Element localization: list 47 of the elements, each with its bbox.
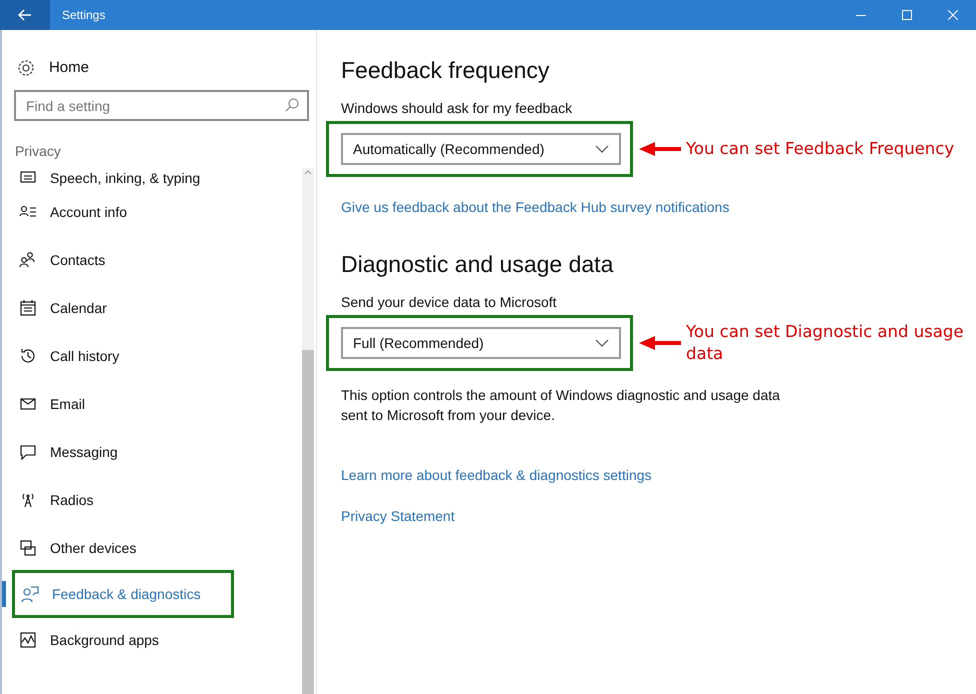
scrollbar[interactable] — [302, 168, 314, 694]
back-button[interactable] — [0, 0, 50, 30]
link[interactable]: Learn more about feedback & diagnostics settings — [341, 465, 652, 486]
devices-icon — [18, 539, 37, 557]
close-icon — [948, 10, 958, 20]
settings-icon — [16, 59, 35, 77]
nav-item[interactable]: Background apps — [2, 616, 302, 664]
field-label: Windows should ask for my feedback — [341, 99, 574, 118]
nav-item[interactable]: Messaging — [2, 428, 302, 476]
speech-bubble-icon — [18, 443, 37, 461]
search-icon — [284, 98, 299, 112]
clock-icon — [18, 347, 37, 365]
nav-item[interactable]: Speech, inking, & typing — [2, 168, 302, 188]
nav-item[interactable]: Email — [2, 380, 302, 428]
nav-item[interactable]: Call history — [2, 332, 302, 380]
nav-item[interactable]: Other devices — [2, 524, 302, 572]
person-feedback-icon — [20, 585, 39, 603]
home-link[interactable]: Home — [48, 56, 89, 80]
annotation-text: You can set Diagnostic and usage data — [686, 321, 965, 365]
nav-item[interactable]: Contacts — [2, 236, 302, 284]
window-title: Settings — [62, 7, 106, 24]
section-heading: Privacy — [14, 142, 62, 161]
maximize-icon — [902, 10, 912, 20]
description-text: This option controls the amount of Windows diagnostic and usage data sent to Microsoft from your device. — [341, 386, 781, 425]
link[interactable]: Give us feedback about the Feedback Hub survey notifications — [341, 197, 730, 218]
chevron-down-icon — [595, 145, 609, 153]
people-icon — [18, 251, 37, 269]
scrollbar-thumb[interactable] — [302, 350, 314, 694]
link[interactable]: Privacy Statement — [341, 506, 455, 527]
arrow-annotation-icon — [639, 336, 681, 350]
search-field[interactable]: Find a setting — [14, 90, 309, 121]
activity-window-icon — [18, 631, 37, 649]
section-title: Feedback frequency — [341, 56, 550, 84]
minimize-icon — [856, 14, 866, 16]
nav-item[interactable]: Radios — [2, 476, 302, 524]
chevron-down-icon — [595, 339, 609, 347]
selection-bar — [2, 581, 6, 607]
back-arrow-icon — [18, 9, 32, 21]
dropdown[interactable]: Automatically (Recommended) — [341, 133, 621, 165]
calendar-icon — [18, 299, 37, 317]
nav-item[interactable]: Account info — [2, 188, 302, 236]
nav-item[interactable]: Calendar — [2, 284, 302, 332]
field-label: Send your device data to Microsoft — [341, 293, 558, 312]
dropdown[interactable]: Full (Recommended) — [341, 327, 621, 359]
arrow-annotation-icon — [639, 142, 681, 156]
section-title: Diagnostic and usage data — [341, 250, 614, 278]
annotation-text: You can set Feedback Frequency — [686, 138, 956, 160]
